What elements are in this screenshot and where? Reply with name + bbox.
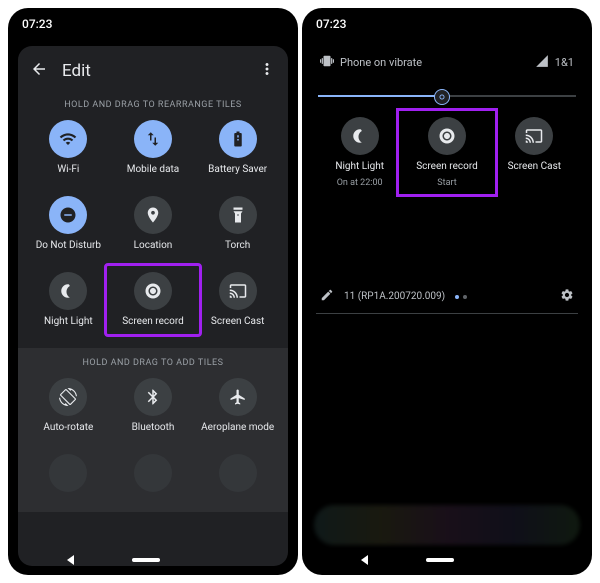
tile-torch[interactable]: Torch <box>195 196 280 252</box>
edit-icon[interactable] <box>320 288 334 305</box>
tile-screen-cast[interactable]: Screen Cast <box>195 272 280 328</box>
torch-icon <box>219 196 257 234</box>
tile-dnd[interactable]: Do Not Disturb <box>26 196 111 252</box>
status-bar: 07:23 <box>8 8 298 36</box>
add-section: HOLD AND DRAG TO ADD TILES Auto-rotate B… <box>18 348 288 512</box>
qs-footer: 11 (RP1A.200720.009) <box>316 288 578 314</box>
brightness-slider[interactable] <box>318 95 576 97</box>
brightness-thumb-icon[interactable] <box>434 89 450 105</box>
qs-label: Night Light <box>335 161 384 172</box>
qs-tile-grid: Night Light On at 22:00 Screen record St… <box>316 117 578 188</box>
qs-tile-screen-cast[interactable]: Screen Cast <box>491 117 578 188</box>
tile-extra-1[interactable] <box>26 454 111 492</box>
brightness-fill <box>318 95 442 97</box>
tile-auto-rotate[interactable]: Auto-rotate <box>26 378 111 434</box>
qs-label: Screen Cast <box>508 161 561 172</box>
tile-label: Screen Cast <box>211 316 264 328</box>
nav-bar <box>8 545 298 575</box>
vibrate-icon <box>320 54 334 71</box>
tile-location[interactable]: Location <box>111 196 196 252</box>
page-title: Edit <box>62 61 244 81</box>
qs-sublabel: On at 22:00 <box>337 178 383 188</box>
back-icon[interactable] <box>30 60 48 82</box>
record-icon <box>134 272 172 310</box>
qs-sublabel: Start <box>437 178 456 188</box>
clock: 07:23 <box>22 17 284 31</box>
tile-label: Night Light <box>44 316 93 328</box>
dot <box>463 295 467 299</box>
tile-label: Mobile data <box>127 164 180 176</box>
edit-panel: Edit HOLD AND DRAG TO REARRANGE TILES Wi… <box>18 46 288 566</box>
qs-tile-screen-record[interactable]: Screen record Start <box>396 108 497 197</box>
wifi-icon <box>49 120 87 158</box>
quick-settings-panel: Phone on vibrate 1&1 Night Light On at 2… <box>302 36 592 322</box>
airplane-icon <box>219 378 257 416</box>
moon-icon <box>341 117 379 155</box>
hint-rearrange: HOLD AND DRAG TO REARRANGE TILES <box>18 96 288 120</box>
qs-label: Screen record <box>416 161 478 172</box>
tile-label: Location <box>134 240 173 252</box>
extra-icon <box>219 454 257 492</box>
nav-home-icon[interactable] <box>132 558 160 562</box>
tile-label: Aeroplane mode <box>201 422 274 434</box>
phone-status-label: Phone on vibrate <box>340 56 422 69</box>
page-indicator <box>455 295 467 299</box>
tile-bluetooth[interactable]: Bluetooth <box>111 378 196 434</box>
tile-wifi[interactable]: Wi-Fi <box>26 120 111 176</box>
build-label: 11 (RP1A.200720.009) <box>344 291 445 302</box>
tile-label: Do Not Disturb <box>36 240 101 252</box>
tile-battery-saver[interactable]: Battery Saver <box>195 120 280 176</box>
tile-screen-record[interactable]: Screen record <box>104 263 203 337</box>
moon-icon <box>49 272 87 310</box>
swap-icon <box>134 120 172 158</box>
gear-icon[interactable] <box>560 288 574 305</box>
tile-grid-active: Wi-Fi Mobile data Battery Saver Do Not D… <box>18 120 288 328</box>
tile-label: Bluetooth <box>132 422 175 434</box>
qs-top-status: Phone on vibrate 1&1 <box>316 44 578 81</box>
more-icon[interactable] <box>258 60 276 82</box>
extra-icon <box>49 454 87 492</box>
signal-label: 1&1 <box>555 56 574 69</box>
dnd-icon <box>49 196 87 234</box>
phone-right-quicksettings: 07:23 Phone on vibrate 1&1 <box>302 8 592 575</box>
cast-icon <box>515 117 553 155</box>
battery-icon <box>219 120 257 158</box>
tile-aeroplane[interactable]: Aeroplane mode <box>195 378 280 434</box>
location-icon <box>134 196 172 234</box>
background-glow <box>314 505 580 545</box>
qs-tile-night-light[interactable]: Night Light On at 22:00 <box>316 117 403 188</box>
nav-back-icon[interactable] <box>361 555 368 565</box>
clock: 07:23 <box>316 17 578 31</box>
tile-label: Wi-Fi <box>57 164 79 176</box>
phone-left-edit: 07:23 Edit HOLD AND DRAG TO REARRANGE TI… <box>8 8 298 575</box>
nav-back-icon[interactable] <box>67 555 74 565</box>
tile-label: Torch <box>225 240 250 252</box>
tile-mobile-data[interactable]: Mobile data <box>111 120 196 176</box>
nav-bar <box>302 545 592 575</box>
bluetooth-icon <box>134 378 172 416</box>
dot-active <box>455 295 459 299</box>
extra-icon <box>134 454 172 492</box>
rotate-icon <box>49 378 87 416</box>
cast-icon <box>219 272 257 310</box>
status-bar: 07:23 <box>302 8 592 36</box>
tile-label: Auto-rotate <box>43 422 93 434</box>
tile-extra-3[interactable] <box>195 454 280 492</box>
tile-grid-inactive: Auto-rotate Bluetooth Aeroplane mode <box>18 378 288 492</box>
hint-add: HOLD AND DRAG TO ADD TILES <box>18 354 288 378</box>
tile-label: Battery Saver <box>208 164 267 176</box>
signal-icon <box>535 54 549 71</box>
tile-night-light[interactable]: Night Light <box>26 272 111 328</box>
tile-label: Screen record <box>122 316 184 328</box>
tile-extra-2[interactable] <box>111 454 196 492</box>
nav-home-icon[interactable] <box>426 558 454 562</box>
record-icon <box>428 117 466 155</box>
edit-header: Edit <box>18 46 288 96</box>
